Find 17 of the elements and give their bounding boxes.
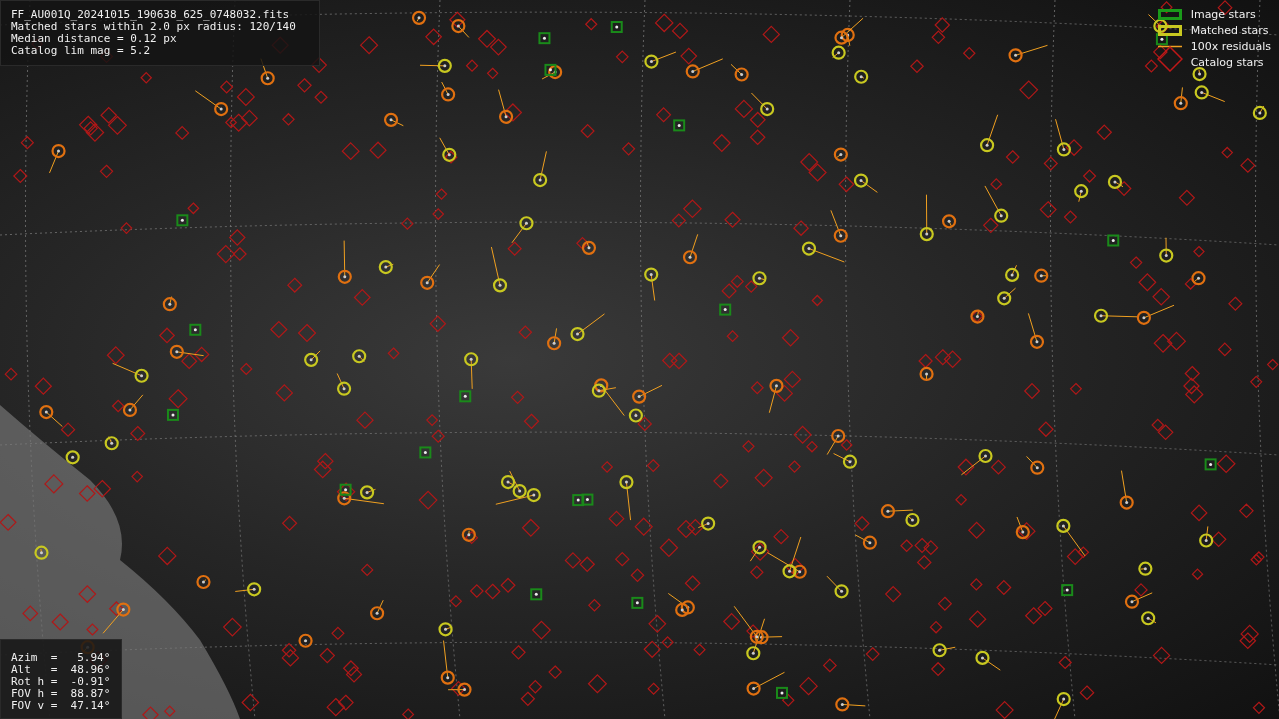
info-line: Azim = 5.94° — [11, 652, 111, 664]
info-line: FF_AU001Q_20241015_190638_625_0748032.fits — [11, 9, 291, 21]
legend-label: 100x residuals — [1190, 39, 1271, 53]
info-line: Alt = 48.96° — [11, 664, 111, 676]
square-marker-icon — [1157, 24, 1182, 36]
legend-label: Catalog stars — [1190, 55, 1264, 69]
diamond-marker-icon — [1156, 46, 1183, 72]
info-line: Catalog lim mag = 5.2 — [11, 45, 152, 57]
square-marker-icon — [1157, 8, 1182, 20]
line-marker-icon — [1157, 44, 1182, 48]
info-line: FOV h = 88.87° — [11, 688, 111, 700]
info-line: FOV v = 47.14° — [11, 700, 111, 712]
info-line: Median distance = 0.12 px — [11, 33, 178, 45]
info-line: Rot h = -0.91° — [11, 676, 111, 688]
info-line: Matched stars within 2.0 px radius: 120/140 — [11, 21, 297, 33]
legend-label: Image stars — [1190, 7, 1256, 21]
legend-label: Matched stars — [1190, 23, 1269, 37]
